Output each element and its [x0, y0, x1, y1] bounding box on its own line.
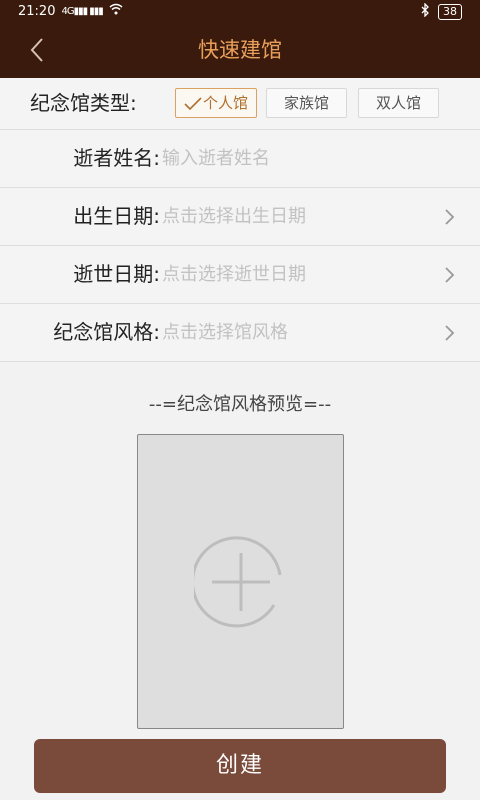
- bluetooth-icon: [421, 2, 430, 21]
- type-option-couple[interactable]: 双人馆: [358, 88, 439, 118]
- death-date-row[interactable]: 逝世日期: 点击选择逝世日期: [0, 246, 480, 304]
- status-right: 38: [421, 2, 462, 21]
- death-date-picker[interactable]: 点击选择逝世日期: [162, 246, 306, 303]
- type-option-label: 双人馆: [375, 94, 421, 112]
- field-label: 逝世日期:: [73, 262, 160, 286]
- memorial-form: 纪念馆类型: 个人馆 家族馆 双人馆 逝者姓名: 输入逝者姓名 出生日期: 点击…: [0, 78, 480, 362]
- chevron-right-icon: [445, 325, 455, 341]
- deceased-name-input[interactable]: 输入逝者姓名: [162, 130, 270, 187]
- deceased-name-row[interactable]: 逝者姓名: 输入逝者姓名: [0, 130, 480, 188]
- type-option-family[interactable]: 家族馆: [266, 88, 347, 118]
- field-label: 纪念馆风格:: [53, 320, 160, 344]
- status-bar: 21:20 4G▮▮▮ ▮▮▮ 38: [0, 0, 480, 22]
- create-button[interactable]: 创建: [34, 739, 446, 793]
- birth-date-row[interactable]: 出生日期: 点击选择出生日期: [0, 188, 480, 246]
- chevron-right-icon: [445, 267, 455, 283]
- status-time: 21:20: [18, 3, 56, 19]
- memorial-type-label: 纪念馆类型:: [30, 91, 137, 115]
- battery-icon: 38: [438, 4, 462, 20]
- status-left: 21:20 4G▮▮▮ ▮▮▮: [18, 3, 123, 19]
- chevron-right-icon: [445, 209, 455, 225]
- memorial-style-picker[interactable]: 点击选择馆风格: [162, 304, 288, 361]
- signal-icon: 4G▮▮▮ ▮▮▮: [61, 5, 103, 17]
- preview-title: --=纪念馆风格预览=--: [148, 394, 332, 415]
- type-option-personal[interactable]: 个人馆: [175, 88, 257, 118]
- field-label: 出生日期:: [73, 204, 160, 228]
- wifi-icon: [109, 3, 123, 19]
- page-title: 快速建馆: [198, 38, 282, 62]
- check-icon: [184, 96, 202, 110]
- style-preview-box[interactable]: [137, 434, 344, 729]
- memorial-type-row: 纪念馆类型: 个人馆 家族馆 双人馆: [0, 78, 480, 130]
- add-circle-icon: [194, 536, 282, 628]
- type-option-label: 个人馆: [202, 94, 248, 112]
- memorial-style-row[interactable]: 纪念馆风格: 点击选择馆风格: [0, 304, 480, 362]
- app-bar: 快速建馆: [0, 22, 480, 78]
- type-option-label: 家族馆: [283, 94, 329, 112]
- field-label: 逝者姓名:: [73, 146, 160, 170]
- birth-date-picker[interactable]: 点击选择出生日期: [162, 188, 306, 245]
